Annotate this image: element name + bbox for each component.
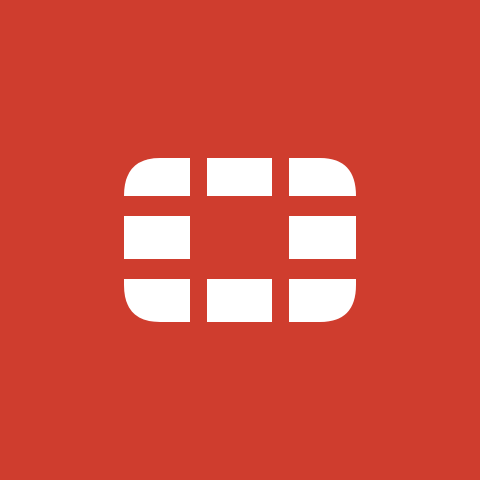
- logo-block-top-left: [124, 158, 190, 196]
- logo-block-bottom-right: [289, 279, 356, 322]
- logo-block-bottom-center: [207, 279, 272, 322]
- fortinet-logo-icon: [124, 158, 356, 322]
- logo-block-middle-right: [289, 216, 356, 259]
- logo-block-bottom-left: [124, 279, 190, 322]
- logo-block-top-center: [207, 158, 272, 196]
- logo-block-middle-left: [124, 216, 190, 259]
- logo-block-top-right: [289, 158, 356, 196]
- app-icon-background: [0, 0, 480, 480]
